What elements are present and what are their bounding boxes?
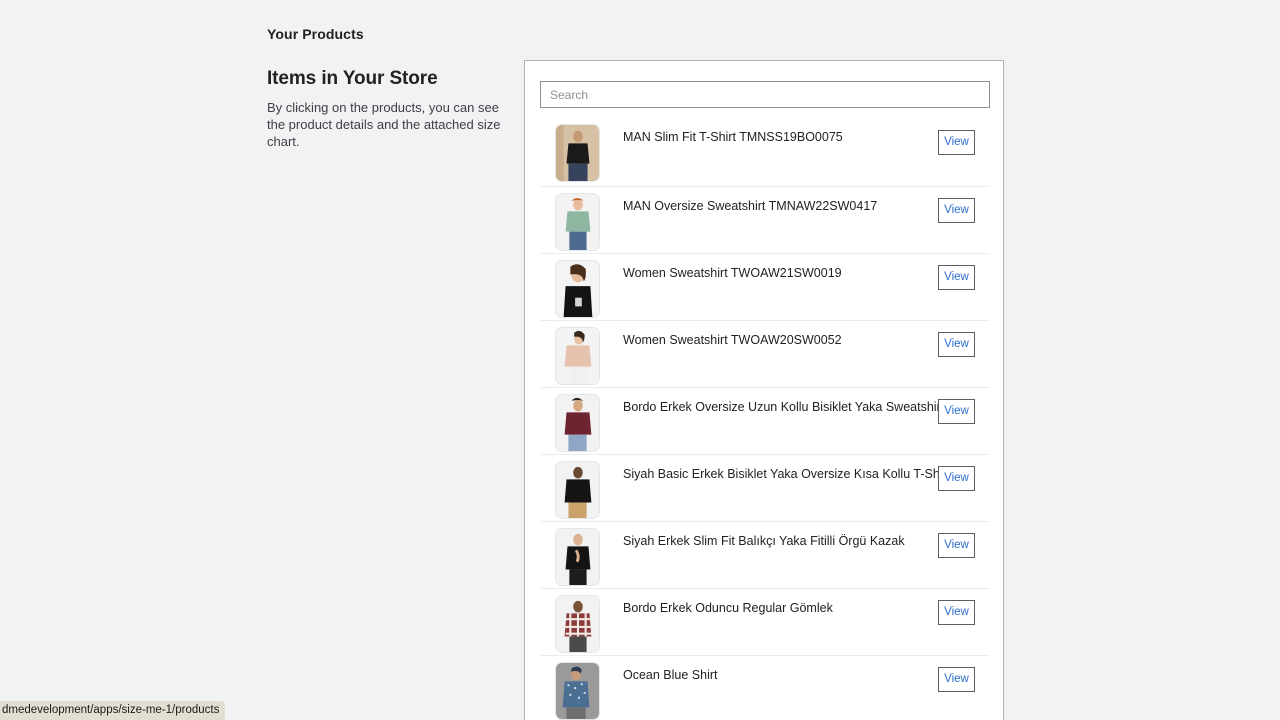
product-thumbnail[interactable] [555, 394, 600, 452]
view-product-button[interactable]: View [938, 466, 975, 491]
page-title: Items in Your Store [267, 68, 438, 89]
product-row[interactable]: Bordo Erkek Oversize Uzun Kollu Bisiklet… [540, 387, 990, 454]
product-thumbnail[interactable] [555, 595, 600, 653]
products-card-body: MAN Slim Fit T-Shirt TMNSS19BO0075ViewMA… [525, 61, 1003, 720]
app-page: Your Products Items in Your Store By cli… [0, 0, 1280, 720]
product-title: Bordo Erkek Oversize Uzun Kollu Bisiklet… [623, 400, 945, 414]
product-title: Siyah Erkek Slim Fit Balıkçı Yaka Fitill… [623, 534, 905, 548]
product-thumbnail[interactable] [555, 662, 600, 720]
page-eyebrow: Your Products [267, 26, 364, 42]
product-row[interactable]: Women Sweatshirt TWOAW20SW0052 View [540, 320, 990, 387]
product-title: Ocean Blue Shirt [623, 668, 718, 682]
product-title: Bordo Erkek Oduncu Regular Gömlek [623, 601, 833, 615]
product-title: Women Sweatshirt TWOAW21SW0019 [623, 266, 842, 280]
product-title: MAN Slim Fit T-Shirt TMNSS19BO0075 [623, 130, 843, 144]
product-row[interactable]: Siyah Erkek Slim Fit Balıkçı Yaka Fitill… [540, 521, 990, 588]
view-product-button[interactable]: View [938, 399, 975, 424]
search-input[interactable] [540, 81, 990, 108]
product-row[interactable]: MAN Oversize Sweatshirt TMNAW22SW0417 Vie… [540, 186, 990, 253]
product-thumbnail[interactable] [555, 461, 600, 519]
product-thumbnail[interactable] [555, 124, 600, 182]
product-row[interactable]: Bordo Erkek Oduncu Regular Gömlek View [540, 588, 990, 655]
view-product-button[interactable]: View [938, 667, 975, 692]
products-card: MAN Slim Fit T-Shirt TMNSS19BO0075ViewMA… [524, 60, 1004, 720]
status-bar-url: dmedevelopment/apps/size-me-1/products [0, 701, 226, 720]
product-row[interactable]: Ocean Blue Shirt View [540, 655, 990, 720]
view-product-button[interactable]: View [938, 265, 975, 290]
intro-column: Your Products Items in Your Store By cli… [267, 24, 512, 150]
view-product-button[interactable]: View [938, 600, 975, 625]
product-row[interactable]: MAN Slim Fit T-Shirt TMNSS19BO0075 View [540, 119, 990, 186]
search-field[interactable] [540, 81, 990, 108]
product-thumbnail[interactable] [555, 327, 600, 385]
product-row[interactable]: Siyah Basic Erkek Bisiklet Yaka Oversize… [540, 454, 990, 521]
view-product-button[interactable]: View [938, 533, 975, 558]
product-list: MAN Slim Fit T-Shirt TMNSS19BO0075 View MA… [540, 119, 990, 720]
product-title: MAN Oversize Sweatshirt TMNAW22SW0417 [623, 199, 878, 213]
view-product-button[interactable]: View [938, 130, 975, 155]
product-thumbnail[interactable] [555, 260, 600, 318]
product-thumbnail[interactable] [555, 528, 600, 586]
product-thumbnail[interactable] [555, 193, 600, 251]
product-title: Siyah Basic Erkek Bisiklet Yaka Oversize… [623, 467, 951, 481]
product-title: Women Sweatshirt TWOAW20SW0052 [623, 333, 842, 347]
product-row[interactable]: Women Sweatshirt TWOAW21SW0019 View [540, 253, 990, 320]
view-product-button[interactable]: View [938, 198, 975, 223]
page-description: By clicking on the products, you can see… [267, 100, 501, 149]
view-product-button[interactable]: View [938, 332, 975, 357]
